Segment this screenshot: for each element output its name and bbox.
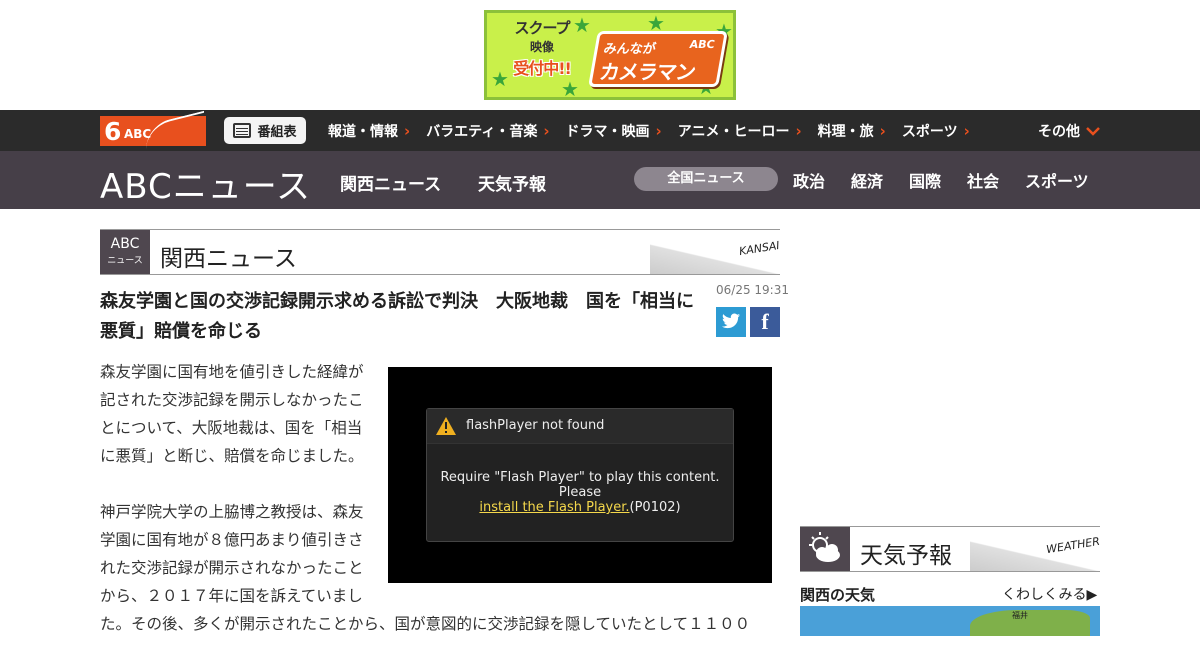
top-ad-area: ★ ★ ★ ★ ★ ★ スクープ 映像 受付中!! みんなが ABC カメラマン [0, 0, 1200, 110]
badge-line1: ABC [110, 236, 140, 252]
weather-title: 天気予報 [860, 543, 952, 569]
tab-sports[interactable]: スポーツ [1025, 168, 1089, 192]
chevron-right-icon: › [963, 121, 970, 140]
flash-error-title: flashPlayer not found [466, 418, 605, 433]
nav-item-label: スポーツ [901, 123, 958, 140]
chevron-right-icon: › [879, 121, 886, 140]
badge-line2: ニュース [107, 256, 143, 266]
twitter-share-button[interactable] [716, 307, 746, 337]
star-icon: ★ [647, 11, 665, 35]
program-guide-label: 番組表 [257, 125, 297, 140]
map-land [970, 610, 1090, 636]
weather-region-title: 関西の天気 [800, 586, 876, 604]
chevron-right-icon: › [795, 121, 802, 140]
chevron-down-icon [1086, 126, 1100, 136]
ad-banner[interactable]: ★ ★ ★ ★ ★ ★ スクープ 映像 受付中!! みんなが ABC カメラマン [484, 10, 736, 100]
tab-national-news[interactable]: 全国ニュース [634, 167, 778, 191]
tab-society[interactable]: 社会 [967, 168, 999, 192]
flash-error-code: (P0102) [629, 500, 681, 515]
ad-line2: 映像 [529, 40, 554, 54]
twitter-icon [722, 313, 740, 329]
nav-item-sports[interactable]: スポーツ › [902, 121, 970, 141]
ad-brand-logo: みんなが ABC カメラマン [588, 31, 728, 87]
nav-item-label: 報道・情報 [328, 123, 398, 140]
nav-more-button[interactable]: その他 [1038, 110, 1100, 151]
ad-text: スクープ 映像 受付中!! [497, 17, 587, 79]
channel-logo[interactable]: 6 ABC [100, 110, 206, 150]
sidebar-ad-slot [800, 229, 1100, 509]
tab-politics[interactable]: 政治 [793, 168, 825, 192]
ad-line3: 受付中!! [513, 59, 572, 78]
program-guide-button[interactable]: 番組表 [224, 117, 306, 144]
star-icon: ★ [561, 77, 579, 100]
flash-error-message: Require "Flash Player" to play this cont… [427, 444, 733, 515]
article-body: flashPlayer not found Require "Flash Pla… [100, 358, 780, 666]
sun-cloud-icon [809, 532, 840, 562]
logo-swoosh [146, 110, 204, 150]
weather-header: 天気予報 WEATHER [800, 526, 1101, 572]
chevron-right-icon: › [655, 121, 662, 140]
weather-badge [800, 527, 850, 571]
chevron-right-icon: › [543, 121, 550, 140]
nav-item-label: 料理・旅 [817, 123, 874, 140]
flash-message-line2: Please [558, 485, 602, 500]
weather-more-link[interactable]: くわしくみる▶ [1002, 584, 1097, 604]
flash-error-header: flashPlayer not found [427, 409, 733, 444]
ad-brand-top: みんなが [602, 42, 658, 57]
nav-item-cooking-travel[interactable]: 料理・旅 › [818, 121, 886, 141]
nav-item-label: ドラマ・映画 [565, 123, 650, 140]
facebook-icon: f [761, 309, 769, 334]
ad-line1: スクープ [514, 19, 570, 37]
flash-message-line1: Require "Flash Player" to play this cont… [440, 470, 720, 485]
nav-item-label: バラエティ・音楽 [426, 123, 538, 140]
tab-economy[interactable]: 経済 [851, 168, 883, 192]
ad-brand-abc: ABC [688, 38, 716, 51]
nav-item-anime-hero[interactable]: アニメ・ヒーロー › [678, 121, 802, 141]
facebook-share-button[interactable]: f [750, 307, 780, 337]
map-city-label: 福井 [1012, 611, 1028, 620]
global-nav-items: 報道・情報 › バラエティ・音楽 › ドラマ・映画 › アニメ・ヒーロー › 料… [328, 110, 986, 151]
flash-error-dialog: flashPlayer not found Require "Flash Pla… [426, 408, 734, 542]
article-date: 06/25 19:31 [716, 283, 789, 297]
tab-international[interactable]: 国際 [909, 168, 941, 192]
section-title: 関西ニュース [160, 246, 297, 272]
nav-item-variety-music[interactable]: バラエティ・音楽 › [426, 121, 549, 141]
section-header: ABC ニュース 関西ニュース KANSAI [100, 229, 781, 275]
ad-brand-main: カメラマン [597, 60, 697, 84]
logo-six: 6 [104, 117, 122, 146]
link-weather[interactable]: 天気予報 [478, 170, 546, 195]
nav-item-drama-movie[interactable]: ドラマ・映画 › [566, 121, 662, 141]
news-header: ABCニュース 関西ニュース 天気予報 全国ニュース 政治 経済 国際 社会 ス… [0, 151, 1200, 209]
global-nav: 6 ABC 番組表 報道・情報 › バラエティ・音楽 › ドラマ・映画 › アニ… [0, 110, 1200, 151]
chevron-right-icon: › [404, 121, 411, 140]
link-kansai-news[interactable]: 関西ニュース [340, 170, 441, 195]
abc-news-badge: ABC ニュース [100, 230, 150, 274]
calendar-icon [233, 123, 252, 138]
warning-icon [436, 417, 456, 435]
nav-item-news-info[interactable]: 報道・情報 › [328, 121, 410, 141]
video-player[interactable]: flashPlayer not found Require "Flash Pla… [388, 367, 772, 583]
nav-more-label: その他 [1038, 123, 1080, 140]
nav-item-label: アニメ・ヒーロー [677, 123, 790, 140]
install-flash-link[interactable]: install the Flash Player. [479, 500, 629, 515]
weather-map[interactable]: 福井 [800, 606, 1100, 636]
abc-news-logo[interactable]: ABCニュース [100, 159, 311, 208]
article-title: 森友学園と国の交渉記録開示求める訴訟で判決 大阪地裁 国を「相当に悪質」賠償を命… [100, 291, 694, 342]
